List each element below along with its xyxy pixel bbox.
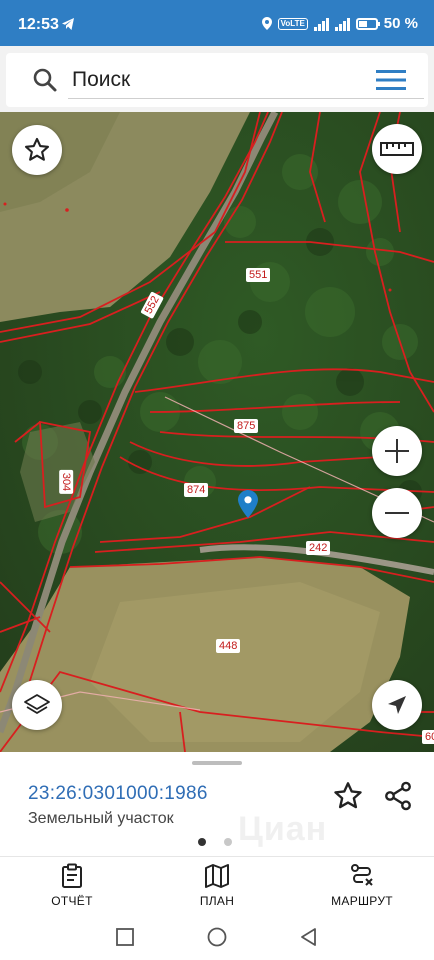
parcel-label[interactable]: 875	[234, 419, 259, 433]
menu-icon[interactable]	[376, 69, 406, 91]
back-icon[interactable]	[298, 926, 320, 948]
page-indicator	[198, 838, 232, 846]
parcel-info-sheet[interactable]: Циан 23:26:0301000:1986 Земельный участо…	[0, 752, 434, 856]
parcel-label[interactable]: 551	[246, 268, 271, 282]
recents-icon[interactable]	[114, 926, 136, 948]
search-box	[6, 53, 428, 107]
page-dot-active	[198, 838, 206, 846]
nav-plan-label: ПЛАН	[199, 894, 235, 908]
parcel-label[interactable]: 448	[216, 639, 241, 653]
map-icon	[205, 864, 229, 888]
nav-route-label: МАРШРУТ	[331, 894, 393, 908]
home-icon[interactable]	[206, 926, 228, 948]
parcel-type: Земельный участок	[28, 810, 174, 827]
parcel-label[interactable]: 304	[59, 469, 74, 495]
layers-button[interactable]	[12, 680, 62, 730]
search-bar	[0, 46, 434, 112]
ruler-button[interactable]	[372, 124, 422, 174]
navigation-arrow-icon	[388, 696, 406, 714]
nav-plan[interactable]: ПЛАН	[157, 863, 277, 908]
telegram-icon	[62, 18, 74, 30]
satellite-map	[0, 112, 434, 752]
share-icon[interactable]	[382, 780, 414, 812]
signal-icon	[313, 17, 329, 31]
volte-badge: VoLTE	[277, 17, 308, 30]
battery-level: 50 %	[383, 15, 418, 32]
minus-icon	[385, 512, 409, 514]
page-dot	[224, 838, 232, 846]
nav-report-label: ОТЧЁТ	[51, 894, 93, 908]
sheet-handle[interactable]	[192, 761, 242, 765]
layers-icon	[24, 694, 50, 714]
location-icon	[261, 17, 272, 30]
cadastral-number[interactable]: 23:26:0301000:1986	[28, 783, 208, 805]
watermark: Циан	[238, 810, 328, 848]
plus-icon	[385, 439, 409, 463]
favorite-star-icon[interactable]	[332, 780, 364, 812]
parcel-label[interactable]: 60	[422, 730, 434, 744]
location-pin-icon[interactable]	[238, 490, 258, 518]
favorite-map-button[interactable]	[12, 125, 62, 175]
status-indicators: VoLTE 50 %	[261, 15, 418, 32]
status-time: 12:53	[18, 16, 59, 33]
nav-route[interactable]: МАРШРУТ	[302, 863, 422, 908]
clipboard-icon	[62, 863, 82, 888]
search-input[interactable]	[68, 61, 424, 99]
star-icon	[24, 137, 50, 161]
nav-report[interactable]: ОТЧЁТ	[12, 863, 132, 908]
route-icon	[351, 864, 373, 886]
ruler-icon	[380, 142, 414, 156]
system-nav-bar	[0, 914, 434, 960]
my-location-button[interactable]	[372, 680, 422, 730]
bottom-nav: ОТЧЁТ ПЛАН МАРШРУТ	[0, 856, 434, 914]
zoom-in-button[interactable]	[372, 426, 422, 476]
zoom-out-button[interactable]	[372, 488, 422, 538]
battery-icon	[355, 17, 380, 30]
signal-icon-2	[334, 17, 350, 31]
search-icon[interactable]	[32, 67, 58, 93]
map-view[interactable]: 551 552 875 874 304 242 448 60	[0, 112, 434, 752]
status-bar: 12:53 VoLTE 50 %	[0, 0, 434, 46]
parcel-label[interactable]: 242	[306, 541, 331, 555]
parcel-label[interactable]: 874	[184, 483, 209, 497]
